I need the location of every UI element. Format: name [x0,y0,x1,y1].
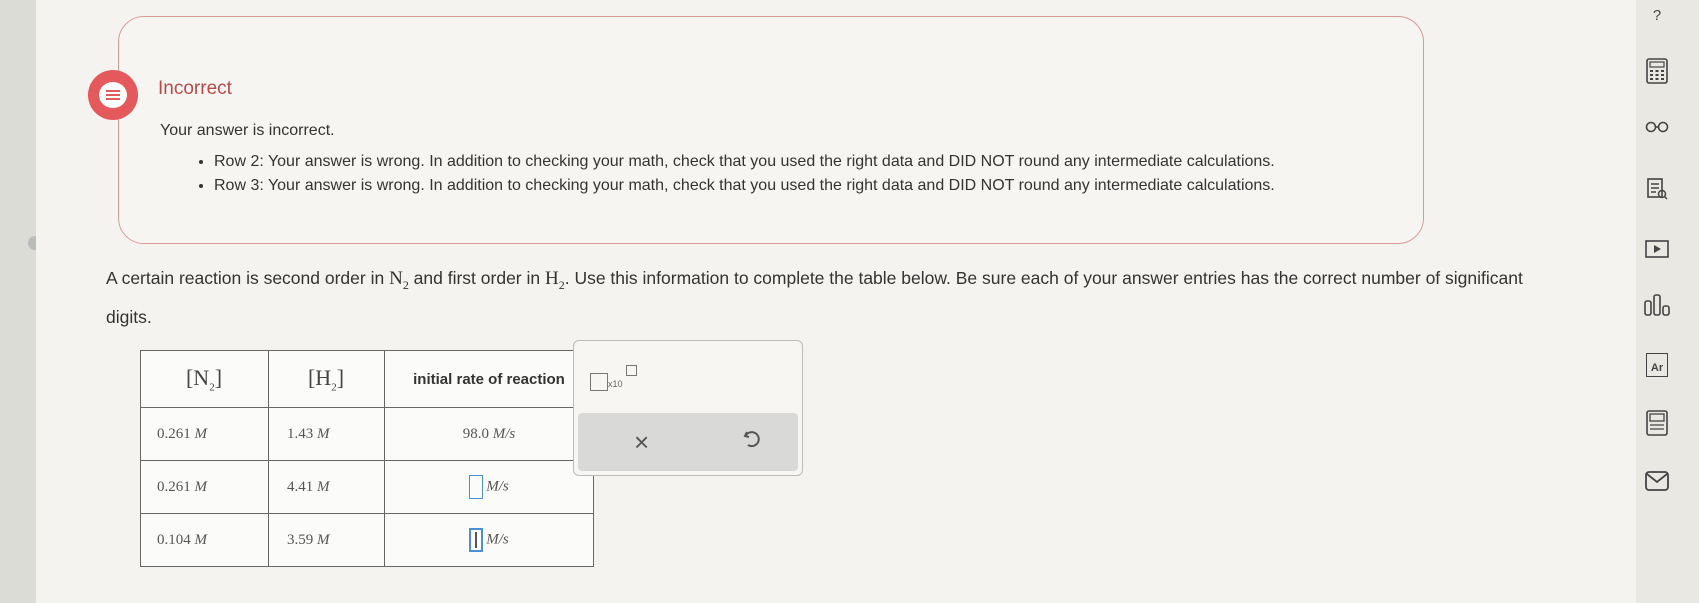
periodic-table-icon[interactable]: Ar [1640,350,1674,380]
feedback-item: Row 3: Your answer is wrong. In addition… [214,174,1275,198]
cell-h2: 1.43 M [268,407,385,461]
data-chart-icon[interactable] [1640,290,1674,320]
rate-table: [N2] [H2] initial rate of reaction 0.261… [140,350,594,567]
calculator-icon[interactable] [1640,56,1674,86]
notes-icon[interactable] [1640,174,1674,204]
cell-rate: M/s [384,513,594,567]
header-h2: [H2] [268,350,385,408]
help-icon[interactable]: ? [1640,0,1674,30]
textbook-icon[interactable] [1640,408,1674,438]
table-row: 0.261 M 1.43 M 98.0 M/s [140,407,594,461]
cell-rate: 98.0 M/s [384,407,594,461]
cell-rate: M/s [384,460,594,514]
question-text: A certain reaction is second order in N2… [106,268,1523,327]
cell-n2: 0.104 M [140,513,269,567]
mail-icon[interactable] [1640,466,1674,496]
rate-answer-input-row2[interactable] [469,475,484,499]
palette-actions: × [578,413,798,471]
undo-icon[interactable] [740,427,764,451]
species-h2: H2 [544,268,565,292]
clear-button[interactable]: × [634,427,649,458]
species-n2: N2 [389,268,409,292]
cell-n2: 0.261 M [140,407,269,461]
right-toolbar: ? Ar [1620,0,1699,603]
table-row: 0.104 M 3.59 M M/s [140,513,594,567]
glasses-icon[interactable] [1640,112,1674,142]
cell-h2: 4.41 M [268,460,385,514]
tool-palette: x10 × [573,340,803,476]
feedback-title: Incorrect [158,78,232,99]
header-rate: initial rate of reaction [384,350,594,408]
table-row: 0.261 M 4.41 M M/s [140,460,594,514]
feedback-subtitle: Your answer is incorrect. [160,122,335,139]
header-n2: [N2] [140,350,269,408]
table-header-row: [N2] [H2] initial rate of reaction [140,350,594,408]
cell-h2: 3.59 M [268,513,385,567]
feedback-icon [88,70,138,120]
feedback-list: Row 2: Your answer is wrong. In addition… [198,150,1275,198]
rate-answer-input-row3[interactable] [469,528,484,552]
left-gutter [0,0,42,603]
scientific-notation-button[interactable]: x10 [590,365,642,391]
feedback-item: Row 2: Your answer is wrong. In addition… [214,150,1275,174]
cell-n2: 0.261 M [140,460,269,514]
video-icon[interactable] [1640,234,1674,264]
